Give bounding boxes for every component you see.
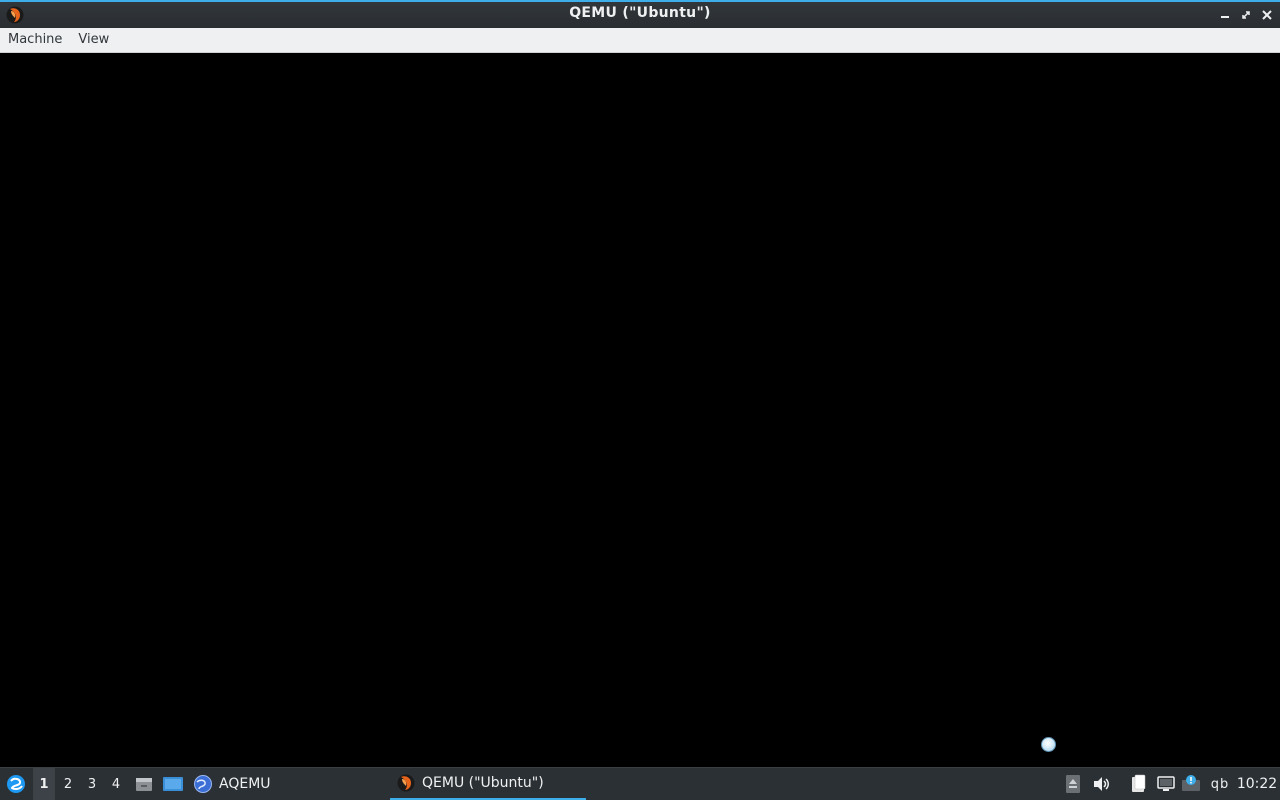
removable-media-icon[interactable] xyxy=(1062,768,1084,800)
task-label: QEMU ("Ubuntu") xyxy=(422,775,544,791)
minimize-icon[interactable] xyxy=(1216,6,1234,24)
clock[interactable]: 10:22 xyxy=(1236,768,1278,800)
task-qemu-ubuntu[interactable]: QEMU ("Ubuntu") xyxy=(390,768,586,800)
window-titlebar[interactable]: QEMU ("Ubuntu") xyxy=(0,0,1280,28)
mouse-cursor-icon xyxy=(1041,737,1056,752)
clipboard-icon[interactable] xyxy=(1128,768,1150,800)
file-manager-icon[interactable] xyxy=(133,768,155,800)
show-desktop-icon[interactable] xyxy=(161,768,185,800)
qemu-icon xyxy=(396,773,416,793)
menu-view[interactable]: View xyxy=(70,28,117,53)
window-title: QEMU ("Ubuntu") xyxy=(569,5,711,21)
aqemu-icon xyxy=(193,774,213,794)
desktop-1[interactable]: 1 xyxy=(33,768,55,800)
desktop-4[interactable]: 4 xyxy=(105,768,127,800)
task-aqemu[interactable]: AQEMU xyxy=(193,768,283,800)
keyboard-layout-indicator[interactable]: qb xyxy=(1208,768,1232,800)
desktop-3[interactable]: 3 xyxy=(81,768,103,800)
notification-icon[interactable] xyxy=(1180,768,1202,800)
taskbar: 1 2 3 4 AQEMU QEMU ("Ubuntu") qb 10:22 xyxy=(0,767,1280,800)
volume-icon[interactable] xyxy=(1090,768,1112,800)
vm-display[interactable] xyxy=(0,53,1280,767)
menubar: Machine View xyxy=(0,28,1280,53)
task-label: AQEMU xyxy=(219,776,271,792)
menu-machine[interactable]: Machine xyxy=(0,28,70,53)
desktop-2[interactable]: 2 xyxy=(57,768,79,800)
close-icon[interactable] xyxy=(1258,6,1276,24)
keyboard-layout-label: qb xyxy=(1210,776,1230,792)
network-icon[interactable] xyxy=(1155,768,1177,800)
maximize-icon[interactable] xyxy=(1237,6,1255,24)
lxqt-start-icon[interactable] xyxy=(3,768,29,800)
